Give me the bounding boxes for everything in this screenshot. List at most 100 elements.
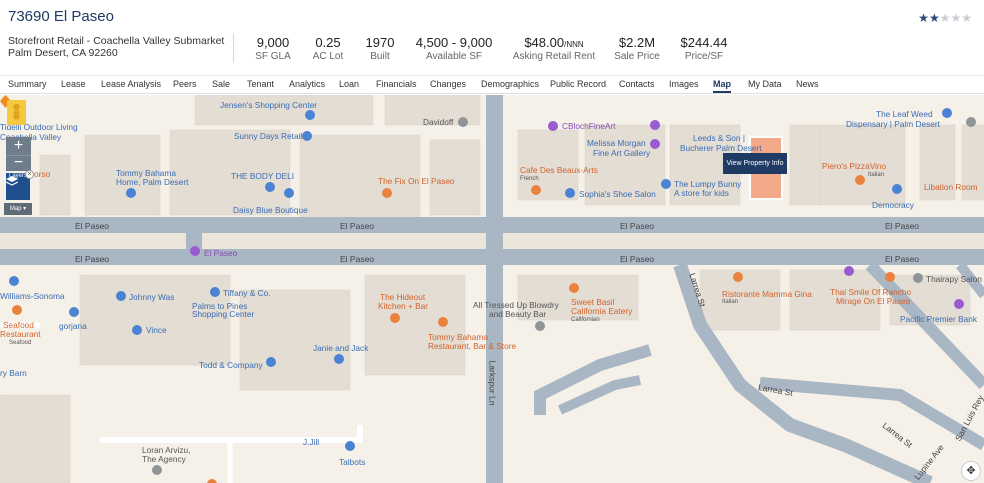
salon-pin-icon[interactable] xyxy=(535,321,545,331)
tab-lease-analysis[interactable]: Lease Analysis xyxy=(101,79,161,89)
poi-label[interactable]: ry Barn xyxy=(0,368,27,378)
tab-my-data[interactable]: My Data xyxy=(748,79,782,89)
poi-label[interactable]: Home, Palm Desert xyxy=(116,177,188,187)
restaurant-pin-icon[interactable] xyxy=(733,272,743,282)
shop-pin-icon[interactable] xyxy=(942,108,952,118)
tab-demographics[interactable]: Demographics xyxy=(481,79,539,89)
poi-label[interactable]: Davidoff xyxy=(423,117,453,127)
shop-pin-icon[interactable] xyxy=(892,184,902,194)
tab-images[interactable]: Images xyxy=(669,79,699,89)
gallery-pin-icon[interactable] xyxy=(650,120,660,130)
poi-label[interactable]: Daisy Blue Boutique xyxy=(233,205,308,215)
restaurant-pin-icon[interactable] xyxy=(438,317,448,327)
zoom-out-button[interactable]: − xyxy=(6,155,31,171)
tab-public-record[interactable]: Public Record xyxy=(550,79,606,89)
poi-label[interactable]: Libation Room xyxy=(924,182,978,192)
shop-pin-icon[interactable] xyxy=(305,110,315,120)
poi-label[interactable]: Italian xyxy=(868,170,884,180)
shop-pin-icon[interactable] xyxy=(210,287,220,297)
restaurant-pin-icon[interactable] xyxy=(885,272,895,282)
poi-label[interactable]: Restaurant, Bar & Store xyxy=(428,341,516,351)
restaurant-pin-icon[interactable] xyxy=(207,479,217,483)
tab-contacts[interactable]: Contacts xyxy=(619,79,655,89)
tab-loan[interactable]: Loan xyxy=(339,79,359,89)
fullscreen-move-icon[interactable]: ✥ xyxy=(961,461,981,481)
poi-label[interactable]: Tiffany & Co. xyxy=(223,288,271,298)
restaurant-pin-icon[interactable] xyxy=(569,283,579,293)
poi-label[interactable]: Dispensary | Palm Desert xyxy=(846,119,940,129)
poi-label[interactable]: Shopping Center xyxy=(192,309,254,319)
poi-label[interactable]: Pacific Premier Bank xyxy=(900,314,977,324)
poi-label[interactable]: The Fix On El Paseo xyxy=(378,176,455,186)
restaurant-pin-icon[interactable] xyxy=(855,175,865,185)
poi-label[interactable]: J.Jill xyxy=(303,437,319,447)
restaurant-pin-icon[interactable] xyxy=(382,188,392,198)
poi-label[interactable]: Italian xyxy=(722,297,738,307)
poi-label[interactable]: Mirage On El Paseo xyxy=(836,296,910,306)
shop-pin-icon[interactable] xyxy=(116,291,126,301)
poi-label[interactable]: Talbots xyxy=(339,457,365,467)
restaurant-pin-icon[interactable] xyxy=(390,313,400,323)
poi-label[interactable]: A store for kids xyxy=(674,188,729,198)
tab-tenant[interactable]: Tenant xyxy=(247,79,274,89)
tab-financials[interactable]: Financials xyxy=(376,79,417,89)
tab-peers[interactable]: Peers xyxy=(173,79,197,89)
tab-summary[interactable]: Summary xyxy=(8,79,47,89)
office-pin-icon[interactable] xyxy=(152,465,162,475)
poi-label[interactable]: Californian xyxy=(571,315,600,325)
poi-label[interactable]: Democracy xyxy=(872,200,914,210)
poi-label[interactable]: Thairapy Salon El Paseo xyxy=(926,274,984,284)
poi-label[interactable]: Melissa Morgan xyxy=(587,138,646,148)
tab-lease[interactable]: Lease xyxy=(61,79,86,89)
poi-label[interactable]: The Leaf Weed xyxy=(876,109,933,119)
poi-label[interactable]: Johnny Was xyxy=(129,292,174,302)
tab-map[interactable]: Map xyxy=(713,79,731,93)
poi-label[interactable]: Bucherer Palm Desert xyxy=(680,143,762,153)
poi-label[interactable]: Williams-Sonoma xyxy=(0,291,65,301)
poi-label[interactable]: Todd & Company xyxy=(199,360,263,370)
poi-label[interactable]: Kitchen + Bar xyxy=(378,301,428,311)
tab-changes[interactable]: Changes xyxy=(430,79,466,89)
shop-pin-icon[interactable] xyxy=(966,117,976,127)
shop-pin-icon[interactable] xyxy=(565,188,575,198)
gallery-pin-icon[interactable] xyxy=(650,139,660,149)
tab-news[interactable]: News xyxy=(796,79,819,89)
poi-label[interactable]: Jensen's Shopping Center xyxy=(220,100,317,110)
poi-label[interactable]: The Agency xyxy=(142,454,186,464)
shop-pin-icon[interactable] xyxy=(132,325,142,335)
poi-label[interactable]: orso xyxy=(34,169,50,179)
poi-label[interactable]: THE BODY DELI xyxy=(231,171,294,181)
shop-pin-icon[interactable] xyxy=(334,354,344,364)
poi-label[interactable]: Janie and Jack xyxy=(313,343,368,353)
street-view-pegman-icon[interactable] xyxy=(7,100,26,125)
poi-label[interactable]: El Paseo xyxy=(204,248,237,258)
map-type-toggle[interactable]: Map ▾ xyxy=(4,203,32,215)
shop-pin-icon[interactable] xyxy=(69,307,79,317)
shopping-pin-icon[interactable] xyxy=(190,246,200,256)
poi-label[interactable]: CBlochFineArt xyxy=(562,121,616,131)
poi-label[interactable]: gorjana xyxy=(59,321,87,331)
shop-pin-icon[interactable] xyxy=(345,441,355,451)
poi-label[interactable]: French xyxy=(520,174,539,184)
poi-label[interactable]: and Beauty Bar xyxy=(489,309,546,319)
poi-label[interactable]: Sophia's Shoe Salon xyxy=(579,189,656,199)
poi-label[interactable]: Leeds & Son | xyxy=(693,133,745,143)
view-property-info-tooltip[interactable]: View Property Info xyxy=(723,153,787,174)
poi-label[interactable]: Vince xyxy=(146,325,167,335)
close-icon[interactable]: × xyxy=(25,170,34,179)
shop-pin-icon[interactable] xyxy=(284,188,294,198)
zoom-in-button[interactable]: + xyxy=(6,137,31,155)
shop-pin-icon[interactable] xyxy=(266,357,276,367)
restaurant-pin-icon[interactable] xyxy=(531,185,541,195)
shop-pin-icon[interactable] xyxy=(302,131,312,141)
tab-analytics[interactable]: Analytics xyxy=(289,79,325,89)
shop-pin-icon[interactable] xyxy=(913,273,923,283)
shop-pin-icon[interactable] xyxy=(458,117,468,127)
shop-pin-icon[interactable] xyxy=(126,188,136,198)
shop-pin-icon[interactable] xyxy=(661,179,671,189)
gallery-pin-icon[interactable] xyxy=(844,266,854,276)
shop-pin-icon[interactable] xyxy=(265,182,275,192)
restaurant-pin-icon[interactable] xyxy=(12,305,22,315)
poi-label[interactable]: Sunny Days Retail xyxy=(234,131,302,141)
bank-pin-icon[interactable] xyxy=(954,299,964,309)
